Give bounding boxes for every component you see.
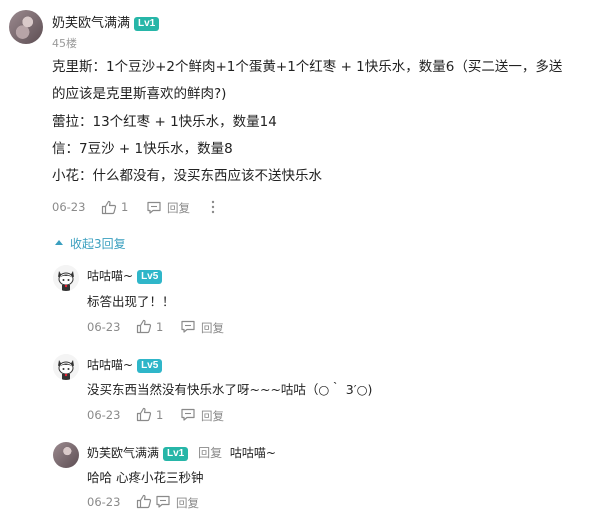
username[interactable]: 奶芙欧气满满 [52, 16, 130, 31]
reply-text: 哈哈 心疼小花三秒钟 [87, 470, 204, 485]
comment-icon[interactable] [147, 201, 161, 214]
reply-author[interactable]: 奶芙欧气满满 Lv1 回复 咕咕喵~ [87, 444, 276, 461]
comment-line-4: 信：7豆沙 + 1快乐水，数量8 [52, 141, 233, 157]
avatar[interactable] [9, 10, 43, 44]
reply-button[interactable]: 回复 [201, 408, 224, 424]
reply-button[interactable]: 回复 [167, 200, 190, 216]
reply-date: 06-23 [87, 495, 121, 509]
level-badge: Lv5 [137, 270, 163, 284]
reply-button[interactable]: 回复 [201, 320, 224, 336]
reply-text: 标答出现了！！ [87, 294, 175, 309]
reply-date: 06-23 [87, 408, 121, 422]
reply-author[interactable]: 咕咕喵~ Lv5 [87, 267, 163, 284]
level-badge: Lv1 [134, 17, 160, 31]
caret-up-icon[interactable] [54, 238, 64, 246]
comment-date: 06-23 [52, 200, 86, 214]
like-count: 1 [156, 320, 164, 334]
username[interactable]: 咕咕喵~ [87, 269, 133, 283]
thumbs-up-icon[interactable] [101, 200, 117, 215]
thumbs-up-icon[interactable] [136, 494, 152, 509]
thumbs-up-icon[interactable] [136, 319, 152, 334]
username[interactable]: 奶芙欧气满满 [87, 446, 159, 460]
avatar[interactable] [53, 354, 79, 380]
avatar[interactable] [53, 265, 79, 291]
thumbs-up-icon[interactable] [136, 407, 152, 422]
comment-icon[interactable] [156, 495, 170, 508]
comment-line-1: 克里斯：1个豆沙+2个鲜肉+1个蛋黄+1个红枣 + 1快乐水，数量6（买二送一，… [52, 59, 563, 75]
reply-text: 没买东西当然没有快乐水了呀~~~咕咕（○｀ 3′○) [87, 382, 373, 397]
comment-line-3: 蕾拉：13个红枣 + 1快乐水，数量14 [52, 114, 277, 130]
level-badge: Lv5 [137, 359, 163, 373]
collapse-replies-link[interactable]: 收起3回复 [70, 235, 126, 252]
comment-line-2: 的应该是克里斯喜欢的鲜肉?) [52, 86, 227, 102]
reply-date: 06-23 [87, 320, 121, 334]
reply-to-user[interactable]: 咕咕喵~ [230, 446, 276, 460]
like-count: 1 [156, 408, 164, 422]
reply-button[interactable]: 回复 [176, 495, 199, 511]
level-badge: Lv1 [163, 447, 189, 461]
comment-icon[interactable] [181, 320, 195, 333]
comment-line-5: 小花：什么都没有，没买东西应该不送快乐水 [52, 168, 322, 184]
like-count: 1 [121, 200, 129, 214]
username[interactable]: 咕咕喵~ [87, 358, 133, 372]
reply-to-word: 回复 [198, 446, 223, 460]
reply-author[interactable]: 咕咕喵~ Lv5 [87, 356, 163, 373]
avatar[interactable] [53, 442, 79, 468]
more-icon[interactable] [211, 200, 215, 214]
main-comment-author[interactable]: 奶芙欧气满满 Lv1 [52, 12, 160, 31]
comment-icon[interactable] [181, 408, 195, 421]
floor-number: 45楼 [52, 37, 77, 50]
